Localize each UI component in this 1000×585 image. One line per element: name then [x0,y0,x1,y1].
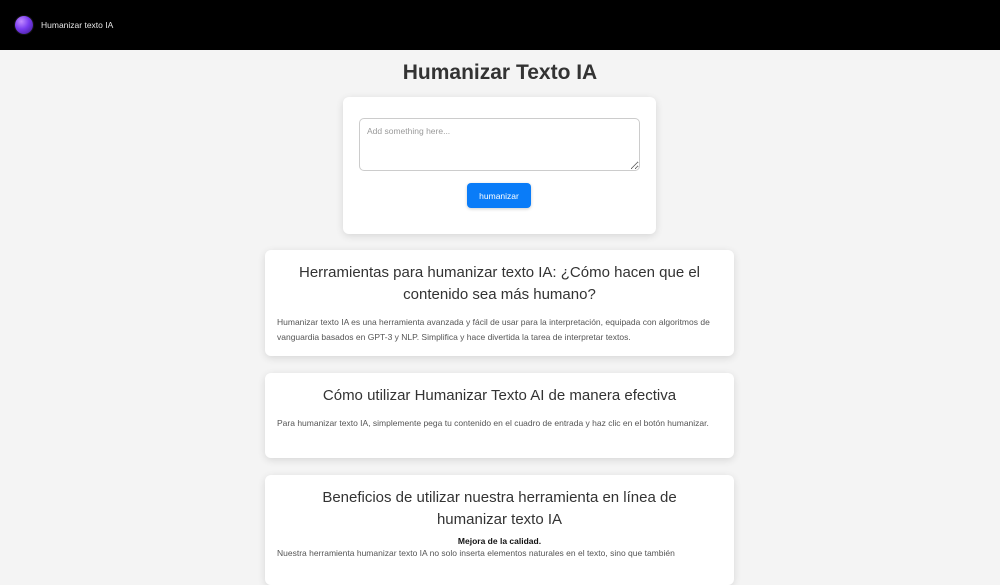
humanizer-tool-card: humanizar [343,97,656,234]
page-title: Humanizar Texto IA [402,61,598,84]
section-subheading: Mejora de la calidad. [457,536,542,546]
section-body-text: Para humanizar texto IA, simplemente peg… [277,418,709,428]
section-card-benefits: Beneficios de utilizar nuestra herramien… [265,475,734,585]
brand-name-link[interactable]: Humanizar texto IA [41,20,113,30]
section-card-how-to-use: Cómo utilizar Humanizar Texto AI de mane… [265,373,734,458]
section-heading: Cómo utilizar Humanizar Texto AI de mane… [322,387,677,404]
section-card-tools: Herramientas para humanizar texto IA: ¿C… [265,250,734,356]
humanizar-button[interactable]: humanizar [467,183,531,208]
section-body-text: Nuestra herramienta humanizar texto IA n… [277,548,675,558]
text-input-area[interactable] [359,118,640,171]
top-navigation-bar: Humanizar texto IA [0,0,1000,50]
section-heading: Herramientas para humanizar texto IA: ¿C… [298,264,701,303]
section-body-text: Humanizar texto IA es una herramienta av… [277,317,710,342]
purple-orb-logo-icon[interactable] [15,16,33,34]
section-heading: Beneficios de utilizar nuestra herramien… [322,489,677,528]
